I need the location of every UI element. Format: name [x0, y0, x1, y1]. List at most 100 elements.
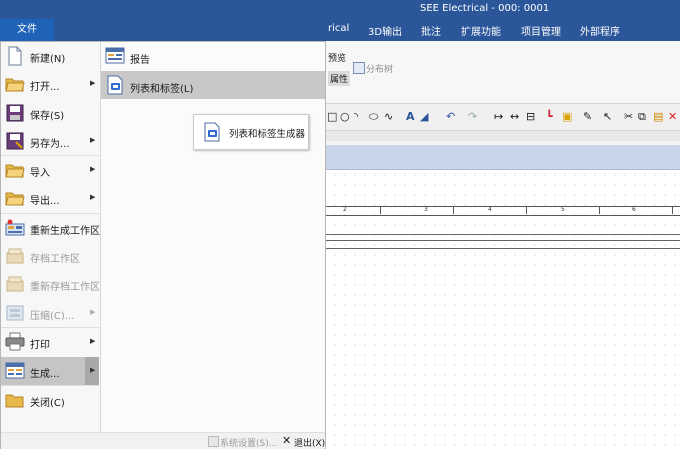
menu-annotation[interactable]: 批注 — [421, 23, 441, 38]
menu-generate[interactable]: 生成... ▶ — [1, 357, 99, 385]
menu-archive-workspace[interactable]: 存档工作区 — [1, 242, 99, 270]
printer-icon — [5, 332, 25, 351]
settings-icon — [208, 436, 219, 447]
frame-line — [326, 240, 680, 241]
column-number: 5 — [561, 206, 565, 213]
submenu-list-and-labels[interactable]: 列表和标签(L) — [101, 71, 325, 99]
save-as-icon — [6, 132, 24, 150]
submenu-list-and-labels-label: 列表和标签(L) — [130, 84, 194, 95]
regenerate-workspace-icon — [5, 219, 25, 236]
generate-icon — [5, 362, 25, 379]
menu-bar: rical 3D输出 批注 扩展功能 项目管理 外部程序 — [0, 19, 680, 41]
frame-line — [326, 248, 680, 249]
text-style-icon[interactable]: ◢ — [420, 111, 428, 123]
menu-save[interactable]: 保存(S) — [1, 99, 99, 127]
file-tab[interactable]: 文件 — [0, 19, 54, 41]
arc-tool-icon[interactable]: ◝ — [354, 111, 358, 123]
exit-icon: ✕ — [282, 434, 292, 447]
menu-regenerate-workspace-label: 重新生成工作区 — [30, 226, 100, 237]
rectangle-tool-icon[interactable]: □ — [327, 111, 337, 123]
open-folder-icon — [5, 78, 25, 92]
menu-project-management[interactable]: 项目管理 — [521, 23, 561, 38]
edit-icon[interactable]: ✎ — [583, 111, 592, 123]
compress-icon — [6, 305, 24, 321]
file-menu: 新建(N) 打开... ▶ 保存(S) 另存为... ▶ 导入 ▶ 导出... … — [0, 41, 326, 449]
distribution-tree-icon — [353, 62, 365, 74]
column-number: 2 — [343, 206, 347, 213]
dimension-chain-icon[interactable]: ⊟ — [526, 111, 535, 123]
menu-open-label: 打开... — [30, 82, 60, 93]
column-divider — [526, 206, 527, 214]
circle-tool-icon[interactable]: ○ — [340, 111, 350, 123]
select-pointer-icon[interactable]: ↖ — [603, 111, 612, 123]
report-icon — [105, 47, 125, 64]
menu-external-programs[interactable]: 外部程序 — [580, 23, 620, 38]
text-tool-icon[interactable]: A — [406, 111, 415, 123]
archive-workspace-icon — [6, 248, 24, 264]
new-document-icon — [8, 46, 22, 66]
menu-print-label: 打印 — [30, 340, 50, 351]
menu-import[interactable]: 导入 ▶ — [1, 156, 99, 184]
ellipse-tool-icon[interactable]: ⬭ — [369, 111, 378, 123]
menu-export[interactable]: 导出... ▶ — [1, 184, 99, 212]
menu-archive-workspace-label: 存档工作区 — [30, 254, 80, 265]
system-settings-button[interactable]: 系统设置(S)... — [220, 436, 277, 449]
submenu-arrow-icon: ▶ — [90, 193, 96, 201]
list-label-generator-icon — [204, 122, 220, 142]
menu-open[interactable]: 打开... ▶ — [1, 70, 99, 98]
undo-icon[interactable]: ↶ — [446, 111, 455, 123]
list-label-icon — [107, 75, 123, 95]
column-divider — [453, 206, 454, 214]
file-menu-footer: 系统设置(S)... ✕ 退出(X) — [1, 432, 325, 449]
menu-export-label: 导出... — [30, 196, 60, 207]
menu-import-label: 导入 — [30, 168, 50, 179]
submenu-arrow-icon: ▶ — [90, 337, 96, 345]
submenu-report[interactable]: 报告 — [101, 42, 325, 70]
column-divider — [672, 206, 673, 214]
delete-icon[interactable]: ✕ — [668, 111, 677, 123]
menu-save-as[interactable]: 另存为... ▶ — [1, 127, 99, 155]
spline-tool-icon[interactable]: ∿ — [384, 111, 393, 123]
ribbon-distribution-tree[interactable]: 分布树 — [366, 62, 393, 75]
dimension-horizontal-icon[interactable]: ↦ — [494, 111, 503, 123]
rearchive-workspace-icon — [6, 276, 24, 292]
frame-line — [326, 234, 680, 235]
column-number: 3 — [424, 206, 428, 213]
window-title: SEE Electrical - 000: 0001 — [420, 3, 550, 14]
menu-new[interactable]: 新建(N) — [1, 42, 99, 70]
import-folder-icon — [5, 164, 25, 178]
cut-icon[interactable]: ✂ — [624, 111, 633, 123]
symbol-icon[interactable]: ▣ — [562, 111, 572, 123]
close-folder-icon — [5, 394, 24, 408]
menu-save-as-label: 另存为... — [30, 139, 70, 150]
ribbon-properties[interactable]: 属性 — [328, 71, 351, 86]
copy-icon[interactable]: ⧉ — [638, 111, 646, 123]
menu-new-label: 新建(N) — [30, 54, 66, 65]
menu-compress[interactable]: 压缩(C)... ▶ — [1, 299, 99, 327]
column-divider — [599, 206, 600, 214]
menu-regenerate-workspace[interactable]: 重新生成工作区 — [1, 214, 100, 242]
submenu-arrow-icon: ▶ — [90, 165, 96, 173]
menu-rearchive-workspace[interactable]: 重新存档工作区 — [1, 270, 100, 298]
title-bar: SEE Electrical - 000: 0001 — [0, 0, 680, 19]
ribbon-preview[interactable]: 预览 — [328, 51, 346, 64]
menu-3d-output[interactable]: 3D输出 — [368, 23, 402, 38]
menu-electrical[interactable]: rical — [328, 23, 349, 34]
menu-close[interactable]: 关闭(C) — [1, 386, 99, 414]
column-number: 6 — [632, 206, 636, 213]
menu-extensions[interactable]: 扩展功能 — [461, 23, 501, 38]
exit-button[interactable]: 退出(X) — [294, 436, 325, 449]
dimension-aligned-icon[interactable]: ↔ — [510, 111, 519, 123]
save-disk-icon — [6, 104, 24, 122]
submenu-arrow-icon: ▶ — [90, 366, 96, 374]
submenu-arrow-icon: ▶ — [90, 308, 96, 316]
list-label-generator-label: 列表和标签生成器 — [229, 129, 306, 140]
menu-print[interactable]: 打印 ▶ — [1, 328, 99, 356]
paste-icon[interactable]: ▤ — [653, 111, 663, 123]
file-menu-items: 新建(N) 打开... ▶ 保存(S) 另存为... ▶ 导入 ▶ 导出... … — [1, 42, 101, 432]
column-number: 4 — [488, 206, 492, 213]
connect-icon[interactable]: ┗ — [546, 111, 553, 123]
menu-rearchive-workspace-label: 重新存档工作区 — [30, 282, 100, 293]
list-label-generator-button[interactable]: 列表和标签生成器 — [193, 114, 309, 150]
redo-icon[interactable]: ↷ — [468, 111, 477, 123]
